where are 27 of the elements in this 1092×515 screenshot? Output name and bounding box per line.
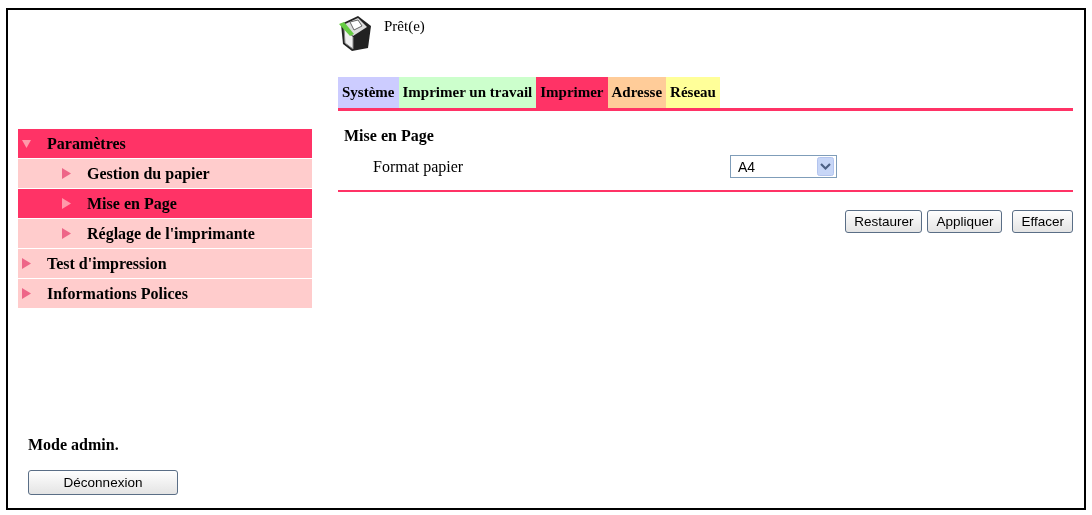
tab[interactable]: Adresse xyxy=(607,77,667,108)
action-button[interactable]: Effacer xyxy=(1012,210,1073,233)
admin-mode-label: Mode admin. xyxy=(28,436,120,454)
paper-format-dropdown[interactable]: A4 xyxy=(730,155,837,178)
tab[interactable]: Imprimer un travail xyxy=(398,77,537,108)
sidebar-item[interactable]: Mise en Page xyxy=(18,189,312,219)
section-title: Mise en Page xyxy=(344,127,435,145)
action-button[interactable]: Restaurer xyxy=(845,210,923,233)
arrow-icon xyxy=(62,228,71,239)
expanded-arrow-icon xyxy=(22,138,31,149)
sidebar-item[interactable]: Informations Polices xyxy=(18,279,312,309)
tab[interactable]: Réseau xyxy=(666,77,720,108)
status-text: Prêt(e) xyxy=(384,18,425,35)
sidebar-item[interactable]: Réglage de l'imprimante xyxy=(18,219,312,249)
printer-icon xyxy=(338,14,372,52)
tab[interactable]: Imprimer xyxy=(536,77,608,108)
arrow-icon xyxy=(62,198,71,209)
sidebar-item[interactable]: Gestion du papier xyxy=(18,159,312,189)
arrow-icon xyxy=(62,168,71,179)
arrow-icon xyxy=(22,288,31,299)
tab[interactable]: Système xyxy=(338,77,399,108)
arrow-icon xyxy=(22,258,31,269)
action-button[interactable]: Appliquer xyxy=(927,210,1003,233)
sidebar-item[interactable]: Test d'impression xyxy=(18,249,312,279)
field-label: Format papier xyxy=(373,157,465,176)
sidebar-item[interactable]: Paramètres xyxy=(18,129,312,159)
logout-button[interactable]: Déconnexion xyxy=(28,470,178,495)
